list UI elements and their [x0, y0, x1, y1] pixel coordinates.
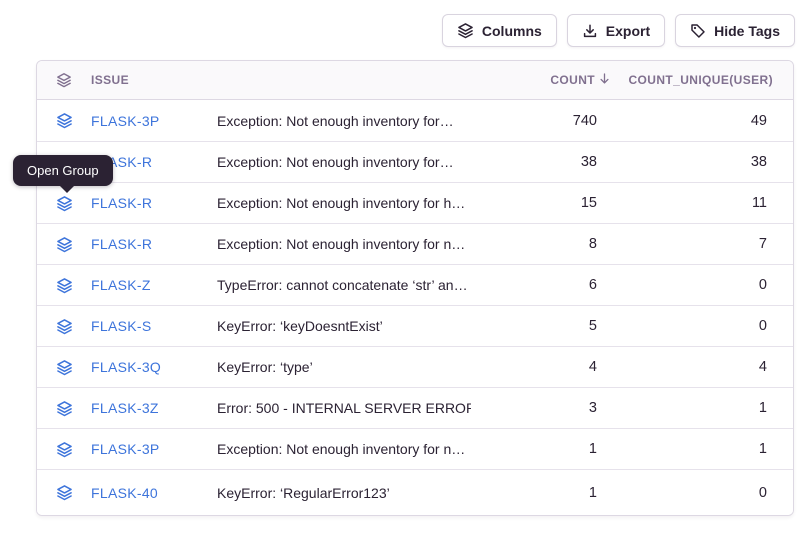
results-table: ISSUE COUNT COUNT_UNIQUE(USER) FLASK-3P …: [36, 60, 794, 516]
count-unique-value: 1: [759, 441, 793, 457]
issue-link[interactable]: FLASK-R: [91, 236, 217, 252]
open-group-stack-icon[interactable]: [56, 441, 73, 458]
count-unique-value: 49: [751, 113, 793, 129]
issue-title: Exception: Not enough inventory for…: [217, 113, 471, 129]
issue-link[interactable]: FLASK-40: [91, 485, 217, 501]
table-header-row: ISSUE COUNT COUNT_UNIQUE(USER): [37, 61, 793, 100]
issue-title: TypeError: cannot concatenate ‘str’ an…: [217, 277, 471, 293]
count-value: 38: [581, 154, 611, 170]
count-value: 6: [589, 277, 611, 293]
table-row: FLASK-3Q KeyError: ‘type’ 4 4: [37, 346, 793, 387]
issue-title: KeyError: ‘type’: [217, 359, 471, 375]
column-header-count[interactable]: COUNT: [550, 72, 611, 88]
issue-link[interactable]: FLASK-3P: [91, 441, 217, 457]
table-row: FLASK-40 KeyError: ‘RegularError123’ 1 0: [37, 469, 793, 515]
issue-link[interactable]: FLASK-3Z: [91, 400, 217, 416]
stack-icon: [457, 22, 474, 39]
issue-link[interactable]: FLASK-3P: [91, 113, 217, 129]
export-button[interactable]: Export: [567, 14, 665, 47]
column-header-issue[interactable]: ISSUE: [91, 73, 217, 87]
open-group-tooltip: Open Group: [13, 155, 113, 186]
issue-link[interactable]: FLASK-Z: [91, 277, 217, 293]
count-unique-value: 4: [759, 359, 793, 375]
open-group-stack-icon[interactable]: [56, 277, 73, 294]
issue-title: Error: 500 - INTERNAL SERVER ERROR: [217, 400, 471, 416]
open-group-stack-icon[interactable]: [56, 112, 73, 129]
open-group-stack-icon[interactable]: [56, 359, 73, 376]
issue-link[interactable]: FLASK-3Q: [91, 359, 217, 375]
table-body: FLASK-3P Exception: Not enough inventory…: [37, 100, 793, 515]
column-header-count-unique[interactable]: COUNT_UNIQUE(USER): [628, 73, 793, 87]
download-icon: [582, 23, 598, 39]
sort-descending-icon: [598, 72, 611, 88]
count-unique-value: 0: [759, 318, 793, 334]
count-unique-value: 0: [759, 485, 793, 501]
table-row: FLASK-3Z Error: 500 - INTERNAL SERVER ER…: [37, 387, 793, 428]
issue-title: Exception: Not enough inventory for n…: [217, 236, 471, 252]
table-row: FLASK-Z TypeError: cannot concatenate ‘s…: [37, 264, 793, 305]
open-group-stack-icon[interactable]: [56, 484, 73, 501]
count-value: 4: [589, 359, 611, 375]
count-unique-value: 11: [752, 195, 793, 211]
count-unique-value: 38: [751, 154, 793, 170]
open-group-stack-icon[interactable]: [56, 318, 73, 335]
issue-title: Exception: Not enough inventory for n…: [217, 441, 471, 457]
table-row: FLASK-R Exception: Not enough inventory …: [37, 182, 793, 223]
table-row: FLASK-S KeyError: ‘keyDoesntExist’ 5 0: [37, 305, 793, 346]
issue-title: KeyError: ‘RegularError123’: [217, 485, 471, 501]
table-row: FLASK-R Exception: Not enough inventory …: [37, 141, 793, 182]
table-row: FLASK-R Exception: Not enough inventory …: [37, 223, 793, 264]
count-value: 1: [589, 441, 611, 457]
count-value: 1: [589, 485, 611, 501]
issue-title: Exception: Not enough inventory for h…: [217, 195, 471, 211]
issue-link[interactable]: FLASK-R: [91, 195, 217, 211]
table-row: FLASK-3P Exception: Not enough inventory…: [37, 428, 793, 469]
toolbar: Columns Export Hide Tags: [442, 14, 795, 47]
tooltip-text: Open Group: [27, 163, 99, 178]
hide-tags-button[interactable]: Hide Tags: [675, 14, 795, 47]
issue-title: KeyError: ‘keyDoesntExist’: [217, 318, 471, 334]
table-row: FLASK-3P Exception: Not enough inventory…: [37, 100, 793, 141]
tag-icon: [690, 23, 706, 39]
count-value: 15: [581, 195, 611, 211]
open-group-stack-icon[interactable]: [56, 236, 73, 253]
issue-link[interactable]: FLASK-S: [91, 318, 217, 334]
count-value: 740: [573, 113, 611, 129]
open-group-stack-icon[interactable]: [56, 400, 73, 417]
export-button-label: Export: [606, 23, 650, 39]
stack-icon: [56, 72, 72, 88]
count-unique-value: 1: [759, 400, 793, 416]
count-value: 5: [589, 318, 611, 334]
count-value: 3: [589, 400, 611, 416]
issue-title: Exception: Not enough inventory for…: [217, 154, 471, 170]
count-value: 8: [589, 236, 611, 252]
hide-tags-button-label: Hide Tags: [714, 23, 780, 39]
columns-button[interactable]: Columns: [442, 14, 557, 47]
columns-button-label: Columns: [482, 23, 542, 39]
count-unique-value: 0: [759, 277, 793, 293]
count-unique-value: 7: [759, 236, 793, 252]
